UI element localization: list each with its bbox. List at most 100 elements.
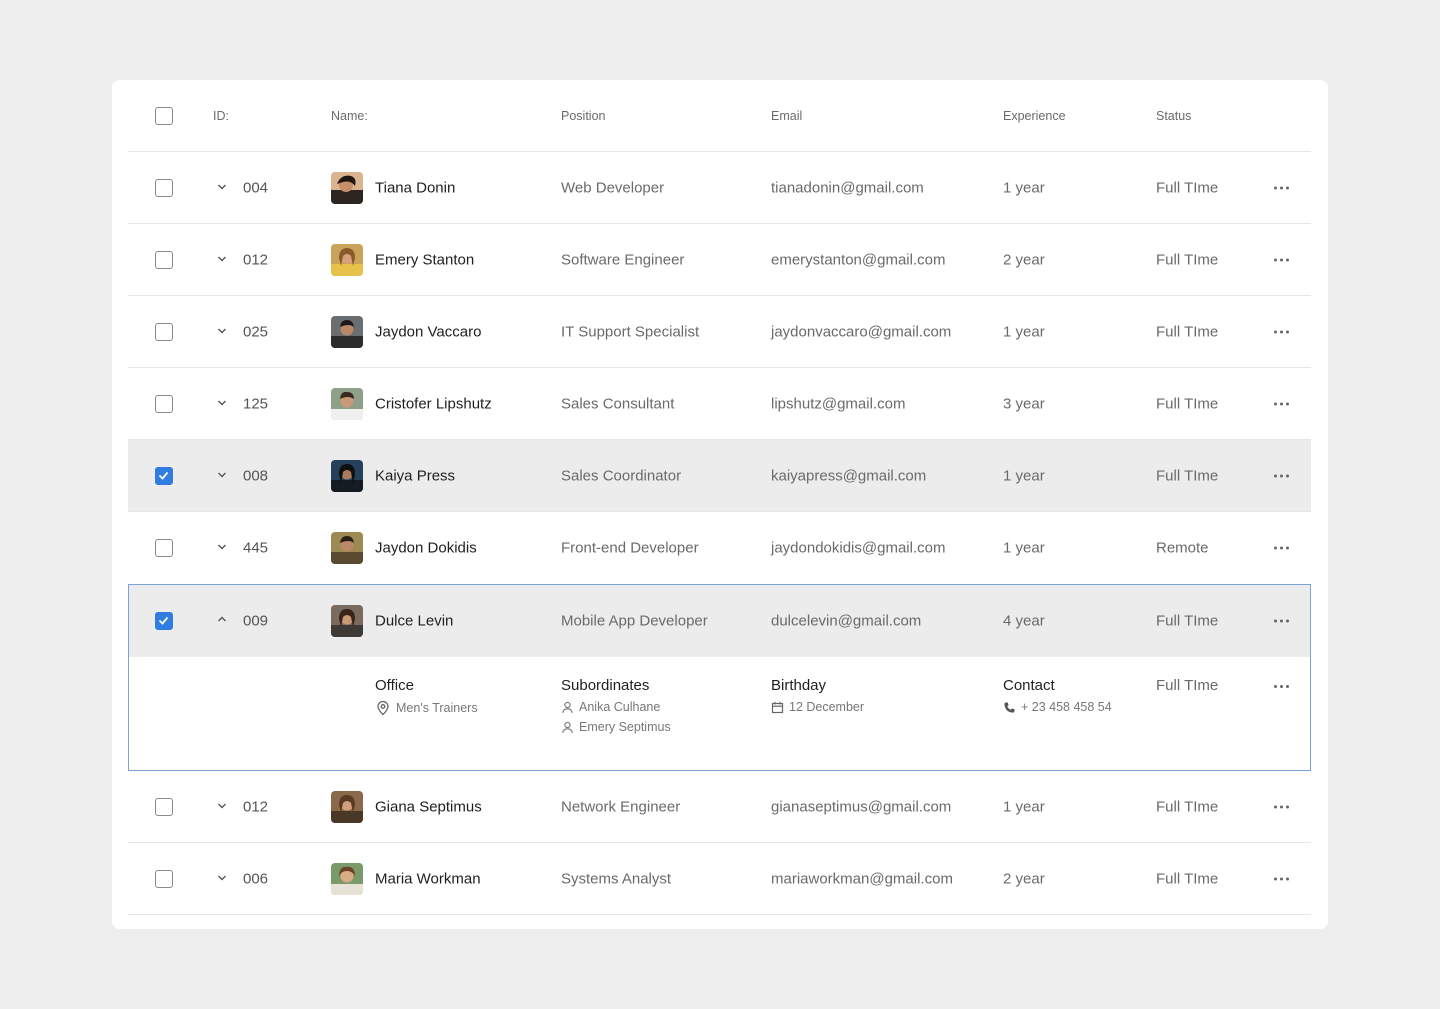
row-status: Full TIme	[1156, 323, 1219, 340]
detail-office-title: Office	[375, 677, 414, 694]
row-name: Jaydon Vaccaro	[375, 323, 482, 340]
subordinate-name: Emery Septimus	[579, 720, 671, 734]
avatar	[331, 605, 363, 637]
row-position: Mobile App Developer	[561, 612, 708, 630]
detail-status-value: Full TIme	[1156, 677, 1219, 694]
detail-contact-line[interactable]: + 23 458 458 54	[1003, 700, 1112, 714]
detail-office-line: Men's Trainers	[375, 700, 478, 716]
more-horizontal-icon[interactable]	[1274, 685, 1289, 688]
user-icon	[562, 721, 573, 733]
more-horizontal-icon[interactable]	[1274, 805, 1289, 808]
row-status: Remote	[1156, 539, 1209, 557]
more-horizontal-icon[interactable]	[1274, 619, 1289, 623]
row-email[interactable]: kaiyapress@gmail.com	[771, 467, 926, 484]
row-id: 004	[243, 179, 269, 196]
table-row-selected[interactable]: 008 Kaiya Press Sales Coordinator kaiyap…	[128, 440, 1311, 512]
chevron-down-icon[interactable]	[216, 179, 228, 196]
subordinate-item[interactable]: Emery Septimus	[561, 720, 671, 734]
phone-icon	[1004, 702, 1015, 713]
avatar	[331, 459, 363, 492]
row-checkbox[interactable]	[155, 178, 173, 197]
table-row[interactable]: 125 Cristofer Lipshutz Sales Consultant …	[128, 368, 1311, 440]
more-horizontal-icon[interactable]	[1274, 402, 1289, 405]
row-id: 009	[243, 612, 269, 630]
row-checkbox-checked[interactable]	[155, 466, 173, 485]
header-name[interactable]: Name:	[331, 109, 368, 123]
row-checkbox[interactable]	[155, 250, 173, 269]
subordinate-item[interactable]: Anika Culhane	[561, 700, 671, 714]
row-email[interactable]: jaydonvaccaro@gmail.com	[771, 323, 951, 340]
row-id: 006	[243, 870, 269, 887]
row-checkbox[interactable]	[155, 869, 173, 888]
row-experience: 1 year	[1003, 467, 1045, 484]
chevron-up-icon[interactable]	[216, 613, 228, 630]
employees-card: ID: Name: Position Email Experience Stat…	[112, 80, 1328, 929]
table-row[interactable]: 445 Jaydon Dokidis Front-end Developer j…	[128, 512, 1311, 584]
table-row[interactable]: 006 Maria Workman Systems Analyst mariaw…	[128, 843, 1311, 915]
row-status: Full TIme	[1156, 612, 1219, 630]
row-email[interactable]: lipshutz@gmail.com	[771, 395, 905, 412]
chevron-down-icon[interactable]	[216, 323, 228, 340]
row-position: Web Developer	[561, 179, 665, 196]
table-row-expanded[interactable]: 009 Dulce Levin Mobile App Developer dul…	[129, 585, 1310, 657]
chevron-down-icon[interactable]	[216, 798, 228, 815]
row-name: Cristofer Lipshutz	[375, 395, 492, 412]
row-id: 008	[243, 467, 269, 484]
chevron-down-icon[interactable]	[216, 395, 228, 412]
row-name: Emery Stanton	[375, 251, 475, 268]
chevron-down-icon[interactable]	[216, 251, 228, 268]
select-all-checkbox[interactable]	[155, 106, 173, 125]
row-email[interactable]: tianadonin@gmail.com	[771, 179, 924, 196]
row-id: 012	[243, 798, 269, 815]
chevron-down-icon[interactable]	[216, 467, 228, 484]
table-row[interactable]: 004 Tiana Donin Web Developer tianadonin…	[128, 152, 1311, 224]
row-experience: 4 year	[1003, 612, 1045, 630]
header-id[interactable]: ID:	[213, 109, 229, 123]
row-checkbox-checked[interactable]	[155, 612, 173, 630]
row-email[interactable]: emerystanton@gmail.com	[771, 251, 945, 268]
row-position: Software Engineer	[561, 251, 685, 268]
table-row[interactable]: 012 Emery Stanton Software Engineer emer…	[128, 224, 1311, 296]
user-icon	[562, 701, 573, 713]
header-experience[interactable]: Experience	[1003, 109, 1066, 123]
more-horizontal-icon[interactable]	[1274, 546, 1289, 550]
row-position: IT Support Specialist	[561, 323, 700, 340]
row-experience: 1 year	[1003, 798, 1045, 815]
map-pin-icon	[377, 700, 389, 716]
row-name: Maria Workman	[375, 870, 481, 887]
chevron-down-icon[interactable]	[216, 540, 228, 557]
more-horizontal-icon[interactable]	[1274, 330, 1289, 333]
row-checkbox[interactable]	[155, 322, 173, 341]
row-email[interactable]: dulcelevin@gmail.com	[771, 613, 921, 630]
chevron-down-icon[interactable]	[216, 870, 228, 887]
detail-subordinates-title: Subordinates	[561, 677, 650, 694]
row-email[interactable]: gianaseptimus@gmail.com	[771, 798, 951, 815]
more-horizontal-icon[interactable]	[1274, 258, 1289, 261]
row-id: 445	[243, 539, 269, 557]
row-checkbox[interactable]	[155, 394, 173, 413]
row-checkbox[interactable]	[155, 797, 173, 816]
row-name: Dulce Levin	[375, 612, 454, 630]
more-horizontal-icon[interactable]	[1274, 474, 1289, 477]
detail-birthday-line: 12 December	[771, 700, 864, 714]
detail-contact-value: + 23 458 458 54	[1021, 700, 1112, 714]
row-experience: 2 year	[1003, 870, 1045, 887]
table-row[interactable]: 025 Jaydon Vaccaro IT Support Specialist…	[128, 296, 1311, 368]
more-horizontal-icon[interactable]	[1274, 877, 1289, 880]
avatar	[331, 387, 363, 420]
row-checkbox[interactable]	[155, 539, 173, 557]
more-horizontal-icon[interactable]	[1274, 186, 1289, 189]
avatar	[331, 315, 363, 348]
header-email[interactable]: Email	[771, 109, 802, 123]
detail-contact-title: Contact	[1003, 677, 1055, 694]
table-row[interactable]: 012 Giana Septimus Network Engineer gian…	[128, 771, 1311, 843]
avatar	[331, 790, 363, 823]
row-email[interactable]: jaydondokidis@gmail.com	[771, 540, 945, 557]
calendar-icon	[771, 701, 784, 713]
detail-status: Full TIme	[1156, 677, 1218, 700]
employees-table: ID: Name: Position Email Experience Stat…	[128, 80, 1311, 915]
row-experience: 1 year	[1003, 323, 1045, 340]
header-position[interactable]: Position	[561, 109, 605, 123]
row-email[interactable]: mariaworkman@gmail.com	[771, 870, 953, 887]
header-status[interactable]: Status	[1156, 109, 1191, 123]
